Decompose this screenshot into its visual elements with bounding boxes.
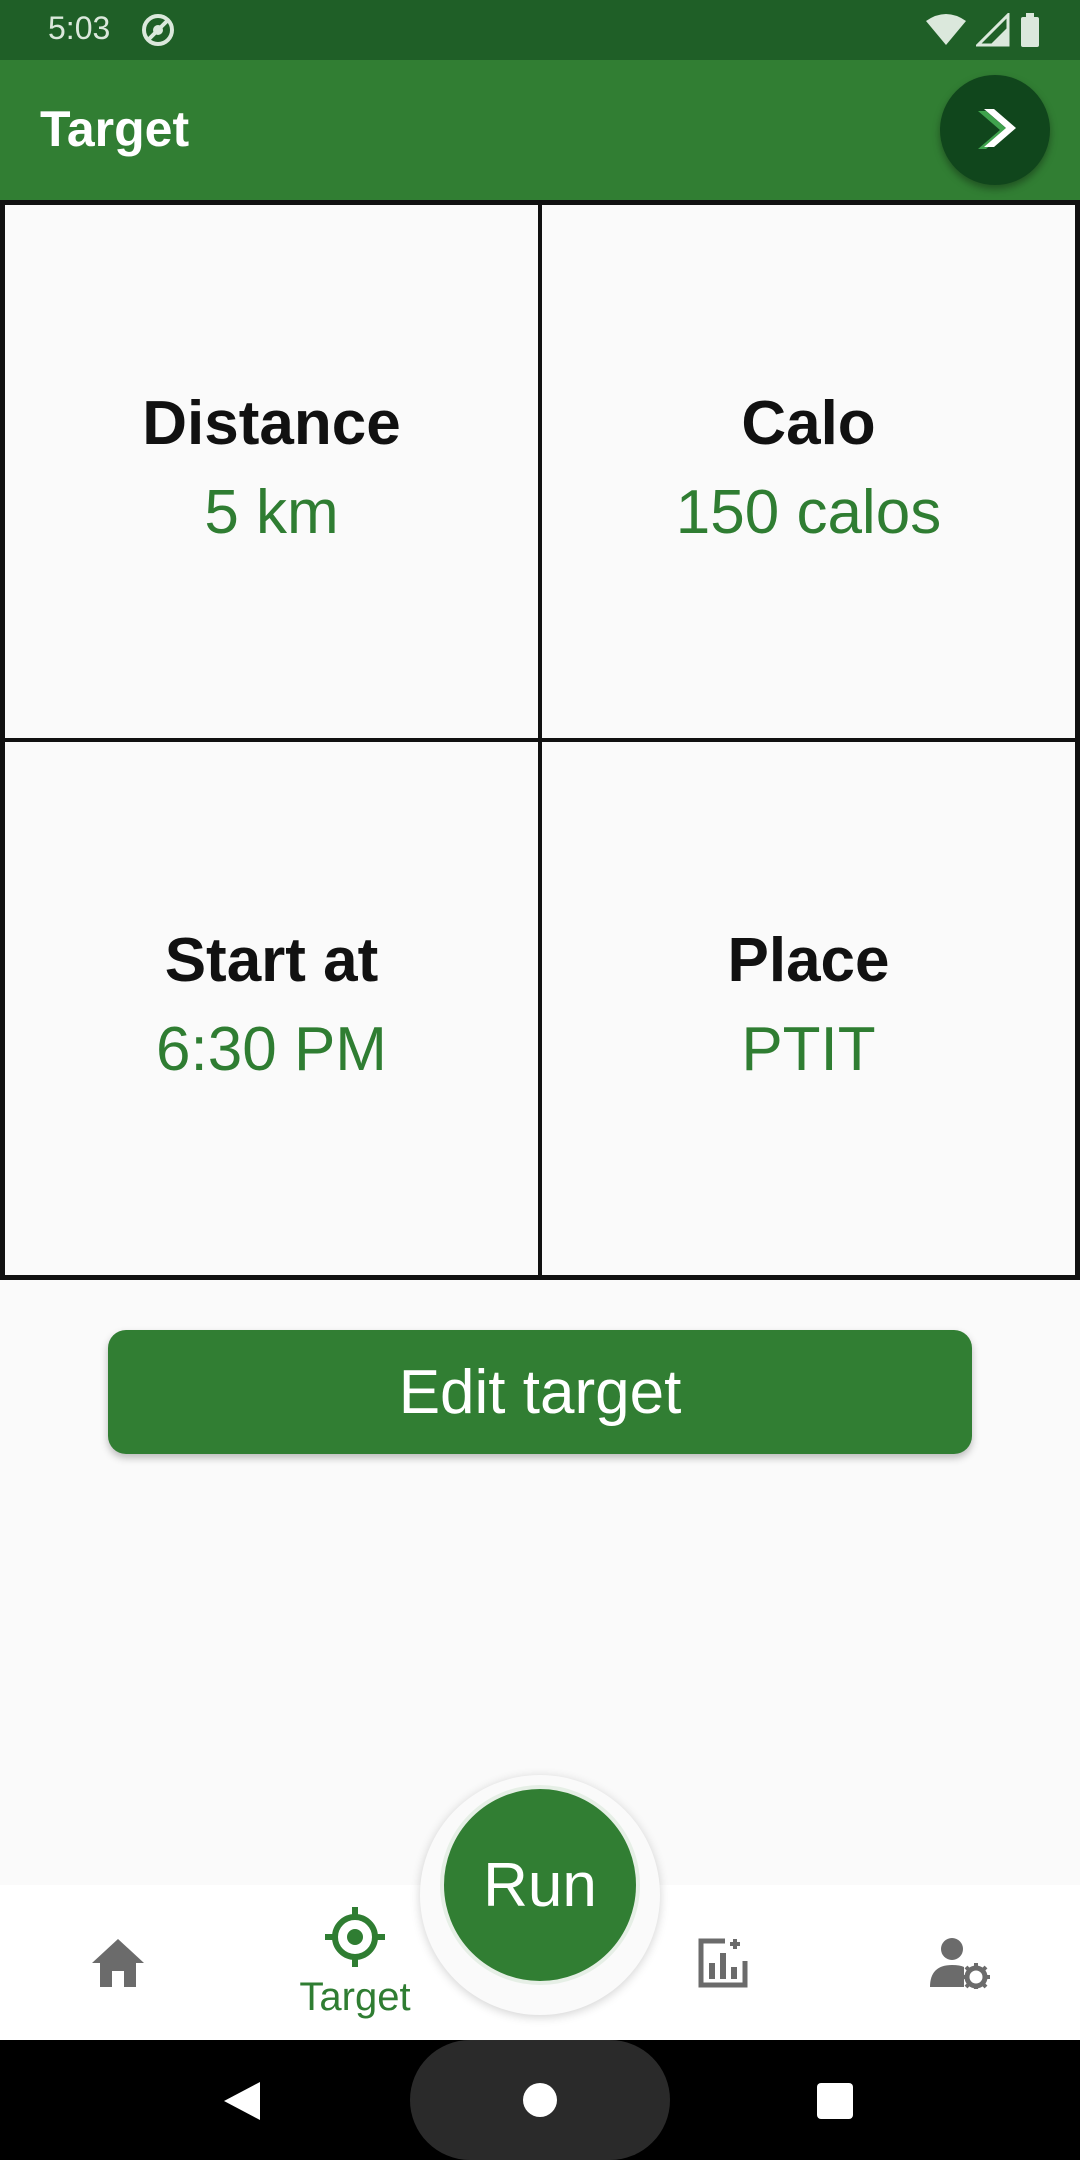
start-at-label: Start at	[164, 925, 379, 995]
distance-cell: Distance 5 km	[3, 203, 540, 740]
nav-item-stats[interactable]	[623, 1885, 823, 2040]
nav-item-label-target: Target	[299, 1975, 411, 2019]
home-nav-icon[interactable]	[522, 2082, 558, 2118]
user-settings-icon	[930, 1937, 990, 1989]
place-value: PTIT	[741, 1014, 876, 1084]
double-chevron-right-icon	[978, 109, 1016, 149]
signal-icon	[976, 13, 1010, 47]
nav-item-home[interactable]	[18, 1885, 218, 2040]
back-icon[interactable]	[222, 2080, 262, 2122]
place-cell: Place PTIT	[540, 740, 1077, 1277]
target-icon	[325, 1907, 385, 1967]
start-at-cell: Start at 6:30 PM	[3, 740, 540, 1277]
app-bar: Target	[0, 60, 1080, 200]
system-nav-bar	[0, 2040, 1080, 2160]
next-button[interactable]	[940, 75, 1050, 185]
battery-icon	[1021, 13, 1039, 47]
nav-item-target[interactable]: Target	[255, 1885, 455, 2040]
calo-label: Calo	[741, 388, 876, 458]
edit-target-button[interactable]: Edit target	[108, 1330, 972, 1454]
calo-value: 150 calos	[675, 477, 942, 547]
status-icons	[926, 12, 1040, 48]
status-bar: 5:03	[0, 0, 1080, 60]
target-grid: Distance 5 km Calo 150 calos Start at 6:…	[0, 200, 1080, 1280]
home-icon	[92, 1938, 144, 1987]
start-at-value: 6:30 PM	[156, 1014, 387, 1084]
wifi-icon	[926, 14, 966, 45]
run-button[interactable]: Run	[440, 1785, 640, 1985]
place-label: Place	[727, 925, 890, 995]
distance-value: 5 km	[204, 477, 339, 547]
distance-label: Distance	[142, 388, 401, 458]
page-title: Target	[40, 101, 190, 157]
stats-icon	[698, 1938, 748, 1987]
status-time: 5:03	[48, 10, 111, 46]
recents-icon[interactable]	[816, 2082, 854, 2120]
do-not-disturb-icon	[140, 12, 176, 48]
calo-cell: Calo 150 calos	[540, 203, 1077, 740]
nav-item-account-settings[interactable]	[860, 1885, 1060, 2040]
